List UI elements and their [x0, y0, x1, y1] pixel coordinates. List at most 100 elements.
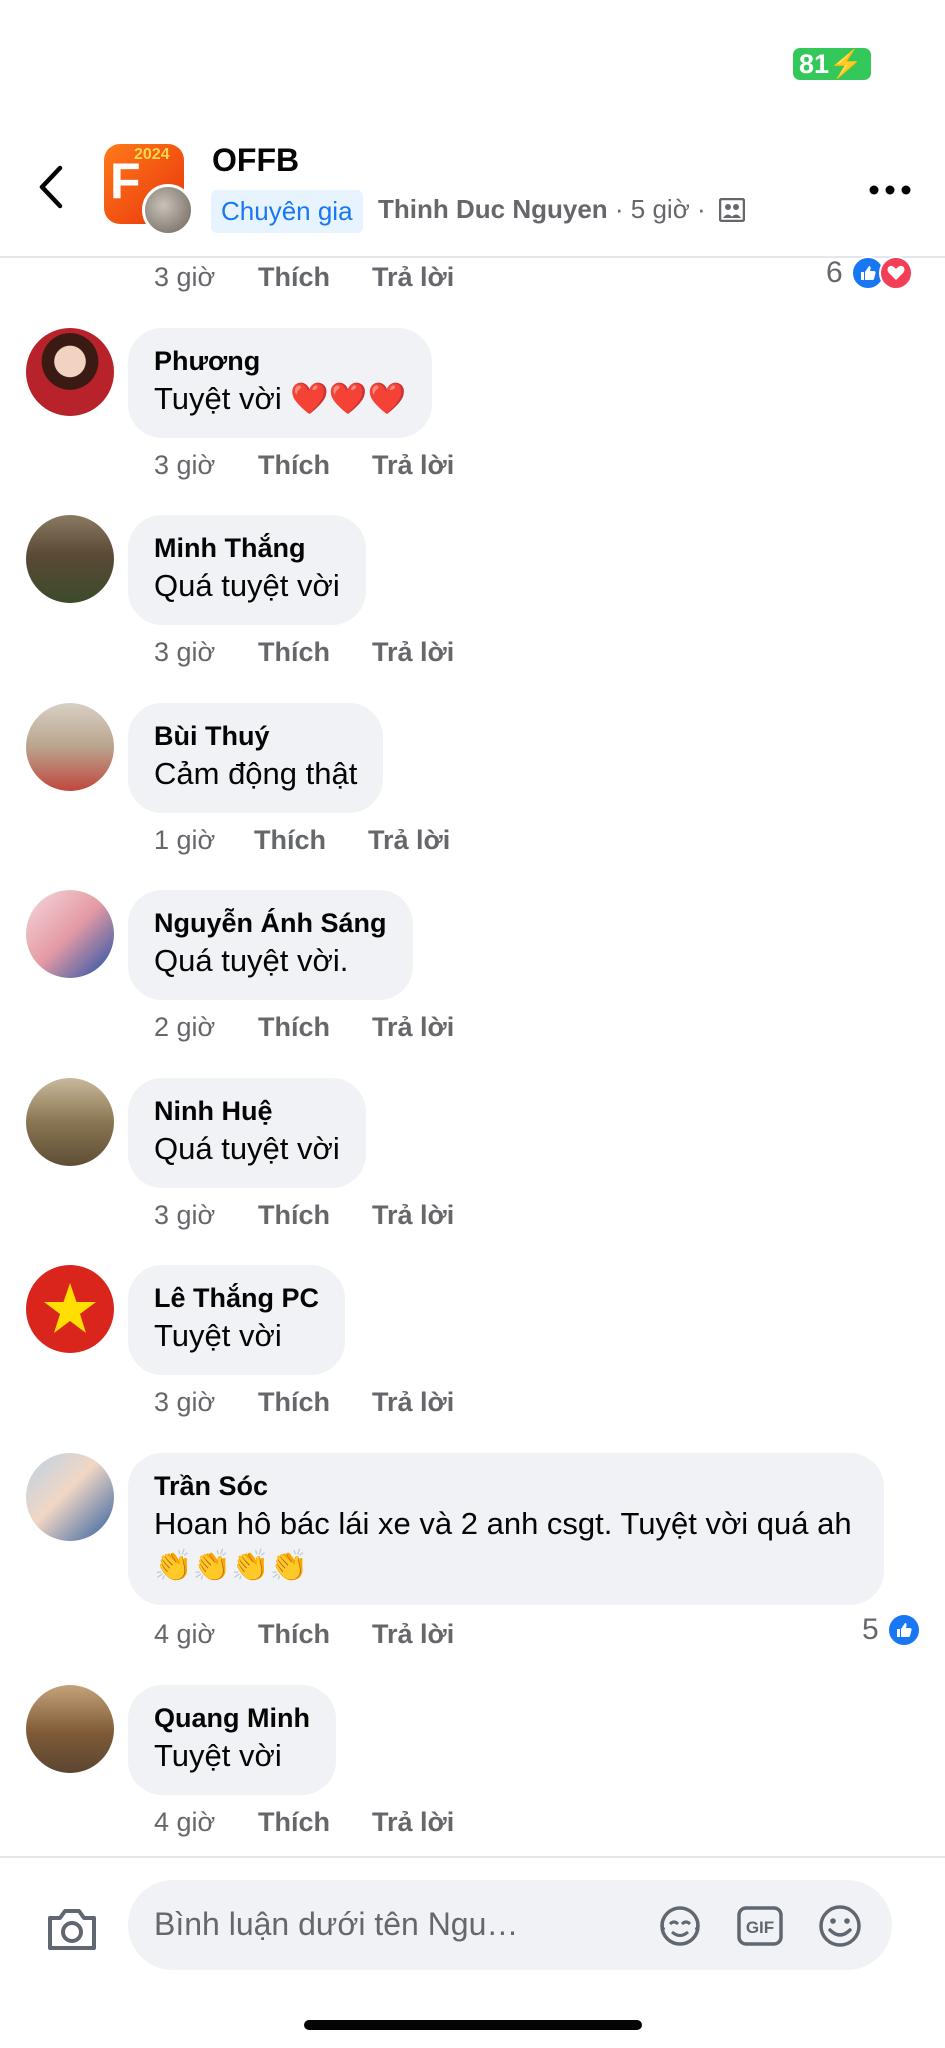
comment-actions: 2 giờ Thích Trả lời [154, 1012, 454, 1043]
comment-text: Quá tuyệt vời. [154, 943, 349, 978]
page-avatar[interactable]: F 2024 [104, 144, 194, 236]
comment-time: 3 giờ [154, 262, 216, 292]
comment-time: 3 giờ [154, 637, 216, 667]
avatar[interactable] [26, 1265, 114, 1353]
comment-bubble: Bùi Thuý Cảm động thật [128, 703, 384, 813]
comment-text: Tuyệt vời ❤️❤️❤️ [154, 381, 407, 416]
commenter-name[interactable]: Minh Thắng [154, 531, 340, 565]
author-avatar [142, 184, 194, 236]
avatar[interactable] [26, 515, 114, 603]
reply-button[interactable]: Trả lời [372, 1807, 454, 1838]
comment-time: 3 giờ [154, 450, 216, 480]
reaction-summary[interactable]: 5 [862, 1613, 921, 1647]
like-button[interactable]: Thích [258, 1807, 372, 1838]
comment-time: 3 giờ [154, 1200, 216, 1230]
avatar-sticker-icon[interactable] [656, 1902, 704, 1950]
svg-text:GIF: GIF [746, 1918, 774, 1937]
status-bar: 81⚡ [0, 0, 945, 120]
commenter-name[interactable]: Quang Minh [154, 1701, 310, 1735]
comment-actions: 3 giờ Thích Trả lời [154, 637, 454, 668]
emoji-icon[interactable] [816, 1902, 864, 1950]
like-button[interactable]: Thích [254, 825, 368, 856]
comment-bubble: Nguyễn Ánh Sáng Quá tuyệt vời. [128, 890, 413, 1000]
expert-badge: Chuyên gia [211, 190, 363, 233]
comment-time: 4 giờ [154, 1619, 216, 1649]
commenter-name[interactable]: Nguyễn Ánh Sáng [154, 906, 387, 940]
friends-group-icon [718, 198, 745, 222]
comment-actions: 3 giờ Thích Trả lời [154, 1387, 454, 1418]
comment-actions: 4 giờ Thích Trả lời [154, 1619, 454, 1650]
comment-actions: 4 giờ Thích Trả lời [154, 1807, 454, 1838]
reply-button[interactable]: Trả lời [372, 1012, 454, 1043]
comment-time: 2 giờ [154, 1012, 216, 1042]
comment-bubble: Lê Thắng PC Tuyệt vời [128, 1265, 346, 1375]
reply-button[interactable]: Trả lời [372, 262, 454, 293]
comment-time: 3 giờ [154, 1387, 216, 1417]
avatar[interactable] [26, 328, 114, 416]
chevron-left-icon[interactable] [32, 162, 72, 212]
comment-actions: 3 giờ Thích Trả lời [154, 450, 454, 481]
commenter-name[interactable]: Phương [154, 344, 406, 378]
post-header: F 2024 OFFB Chuyên gia Thinh Duc Nguyen … [0, 120, 945, 258]
more-dots-icon[interactable] [868, 182, 912, 198]
like-button[interactable]: Thích [258, 1619, 372, 1650]
comment-bubble: Trần Sóc Hoan hô bác lái xe và 2 anh csg… [128, 1453, 884, 1605]
comment-actions: 3 giờ Thích Trả lời [154, 1200, 454, 1231]
gif-icon[interactable]: GIF [736, 1902, 784, 1950]
reaction-summary[interactable]: 6 [826, 256, 913, 290]
avatar[interactable] [26, 1685, 114, 1773]
logo-year: 2024 [134, 146, 170, 163]
reaction-count: 6 [826, 256, 843, 289]
reply-button[interactable]: Trả lời [372, 1387, 454, 1418]
comment-bubble: Ninh Huệ Quá tuyệt vời [128, 1078, 366, 1188]
reply-button[interactable]: Trả lời [372, 1200, 454, 1231]
author-name[interactable]: Thinh Duc Nguyen [378, 194, 608, 224]
reaction-count: 5 [862, 1613, 879, 1646]
battery-level: 81 [799, 49, 830, 79]
camera-icon[interactable] [46, 1906, 98, 1952]
comment-text: Quá tuyệt vời [154, 1131, 340, 1166]
thumbs-up-icon [886, 1613, 921, 1647]
avatar[interactable] [26, 890, 114, 978]
like-button[interactable]: Thích [258, 450, 372, 481]
reply-button[interactable]: Trả lời [372, 450, 454, 481]
reply-button[interactable]: Trả lời [372, 637, 454, 668]
avatar[interactable] [26, 703, 114, 791]
like-button[interactable]: Thích [258, 637, 372, 668]
comment-text: Tuyệt vời [154, 1738, 282, 1773]
comment-text: Cảm động thật [154, 756, 358, 791]
commenter-name[interactable]: Lê Thắng PC [154, 1281, 319, 1315]
post-time: · 5 giờ · [614, 194, 706, 224]
comment-bubble: Quang Minh Tuyệt vời [128, 1685, 336, 1795]
avatar[interactable] [26, 1078, 114, 1166]
commenter-name[interactable]: Bùi Thuý [154, 719, 357, 753]
home-indicator[interactable] [304, 2020, 642, 2030]
battery-indicator: 81⚡ [793, 48, 871, 80]
like-button[interactable]: Thích [258, 1200, 372, 1231]
comment-input[interactable]: Bình luận dưới tên Nguyễn M... GIF [128, 1880, 892, 1970]
star-icon [44, 1283, 96, 1333]
commenter-name[interactable]: Trần Sóc [154, 1469, 858, 1503]
comment-bubble: Minh Thắng Quá tuyệt vời [128, 515, 366, 625]
page-name[interactable]: OFFB [212, 142, 299, 179]
comment-actions: 3 giờ Thích Trả lời [154, 262, 454, 293]
comment-text: Hoan hô bác lái xe và 2 anh csgt. Tuyệt … [154, 1506, 852, 1583]
like-button[interactable]: Thích [258, 1012, 372, 1043]
comment-composer: Bình luận dưới tên Nguyễn M... GIF [0, 1856, 945, 2048]
battery-bolt-icon: ⚡ [829, 49, 863, 79]
commenter-name[interactable]: Ninh Huệ [154, 1094, 340, 1128]
reply-button[interactable]: Trả lời [372, 1619, 454, 1650]
avatar[interactable] [26, 1453, 114, 1541]
like-button[interactable]: Thích [258, 262, 372, 293]
comment-text: Tuyệt vời [154, 1318, 282, 1353]
comment-bubble: Phương Tuyệt vời ❤️❤️❤️ [128, 328, 433, 438]
like-button[interactable]: Thích [258, 1387, 372, 1418]
heart-icon [878, 256, 913, 290]
comment-time: 1 giờ [154, 825, 216, 855]
comment-time: 4 giờ [154, 1807, 216, 1837]
reply-button[interactable]: Trả lời [368, 825, 450, 856]
comment-actions: 1 giờ Thích Trả lời [154, 825, 450, 856]
comment-input-placeholder: Bình luận dưới tên Nguyễn M... [154, 1906, 524, 1942]
comment-text: Quá tuyệt vời [154, 568, 340, 603]
author-meta: Thinh Duc Nguyen · 5 giờ · [378, 194, 745, 225]
